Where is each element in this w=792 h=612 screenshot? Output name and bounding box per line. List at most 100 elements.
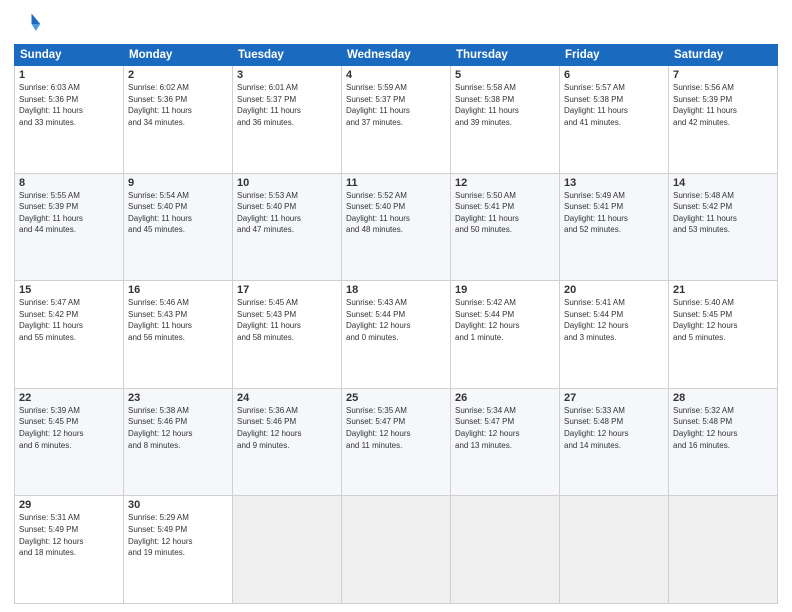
day-number: 11	[346, 177, 446, 189]
day-number: 26	[455, 392, 555, 404]
day-header-thursday: Thursday	[451, 45, 560, 66]
calendar-cell: 15Sunrise: 5:47 AM Sunset: 5:42 PM Dayli…	[15, 281, 124, 389]
calendar-cell: 8Sunrise: 5:55 AM Sunset: 5:39 PM Daylig…	[15, 173, 124, 281]
day-header-saturday: Saturday	[669, 45, 778, 66]
calendar-cell: 22Sunrise: 5:39 AM Sunset: 5:45 PM Dayli…	[15, 388, 124, 496]
day-number: 6	[564, 69, 664, 81]
calendar-cell: 19Sunrise: 5:42 AM Sunset: 5:44 PM Dayli…	[451, 281, 560, 389]
day-info: Sunrise: 5:53 AM Sunset: 5:40 PM Dayligh…	[237, 190, 337, 236]
day-info: Sunrise: 5:47 AM Sunset: 5:42 PM Dayligh…	[19, 297, 119, 343]
day-info: Sunrise: 5:39 AM Sunset: 5:45 PM Dayligh…	[19, 405, 119, 451]
day-number: 7	[673, 69, 773, 81]
day-number: 20	[564, 284, 664, 296]
day-info: Sunrise: 5:50 AM Sunset: 5:41 PM Dayligh…	[455, 190, 555, 236]
day-info: Sunrise: 5:58 AM Sunset: 5:38 PM Dayligh…	[455, 82, 555, 128]
calendar-cell: 30Sunrise: 5:29 AM Sunset: 5:49 PM Dayli…	[124, 496, 233, 604]
day-number: 3	[237, 69, 337, 81]
day-info: Sunrise: 5:45 AM Sunset: 5:43 PM Dayligh…	[237, 297, 337, 343]
calendar-week-2: 8Sunrise: 5:55 AM Sunset: 5:39 PM Daylig…	[15, 173, 778, 281]
calendar-cell: 20Sunrise: 5:41 AM Sunset: 5:44 PM Dayli…	[560, 281, 669, 389]
day-info: Sunrise: 5:59 AM Sunset: 5:37 PM Dayligh…	[346, 82, 446, 128]
calendar-cell: 29Sunrise: 5:31 AM Sunset: 5:49 PM Dayli…	[15, 496, 124, 604]
day-header-sunday: Sunday	[15, 45, 124, 66]
calendar-cell: 14Sunrise: 5:48 AM Sunset: 5:42 PM Dayli…	[669, 173, 778, 281]
day-info: Sunrise: 5:54 AM Sunset: 5:40 PM Dayligh…	[128, 190, 228, 236]
calendar-cell: 2Sunrise: 6:02 AM Sunset: 5:36 PM Daylig…	[124, 66, 233, 174]
calendar-header: SundayMondayTuesdayWednesdayThursdayFrid…	[15, 45, 778, 66]
day-info: Sunrise: 5:55 AM Sunset: 5:39 PM Dayligh…	[19, 190, 119, 236]
day-number: 5	[455, 69, 555, 81]
day-number: 29	[19, 499, 119, 511]
day-header-monday: Monday	[124, 45, 233, 66]
calendar-cell: 18Sunrise: 5:43 AM Sunset: 5:44 PM Dayli…	[342, 281, 451, 389]
day-header-tuesday: Tuesday	[233, 45, 342, 66]
header	[14, 10, 778, 38]
calendar-cell: 11Sunrise: 5:52 AM Sunset: 5:40 PM Dayli…	[342, 173, 451, 281]
day-number: 28	[673, 392, 773, 404]
calendar-cell: 21Sunrise: 5:40 AM Sunset: 5:45 PM Dayli…	[669, 281, 778, 389]
day-number: 24	[237, 392, 337, 404]
day-info: Sunrise: 5:48 AM Sunset: 5:42 PM Dayligh…	[673, 190, 773, 236]
calendar-cell: 1Sunrise: 6:03 AM Sunset: 5:36 PM Daylig…	[15, 66, 124, 174]
logo-icon	[14, 10, 42, 38]
calendar-cell: 12Sunrise: 5:50 AM Sunset: 5:41 PM Dayli…	[451, 173, 560, 281]
day-info: Sunrise: 5:42 AM Sunset: 5:44 PM Dayligh…	[455, 297, 555, 343]
day-info: Sunrise: 5:31 AM Sunset: 5:49 PM Dayligh…	[19, 512, 119, 558]
day-number: 14	[673, 177, 773, 189]
calendar-week-1: 1Sunrise: 6:03 AM Sunset: 5:36 PM Daylig…	[15, 66, 778, 174]
day-number: 2	[128, 69, 228, 81]
calendar-cell	[560, 496, 669, 604]
day-info: Sunrise: 5:36 AM Sunset: 5:46 PM Dayligh…	[237, 405, 337, 451]
day-info: Sunrise: 5:46 AM Sunset: 5:43 PM Dayligh…	[128, 297, 228, 343]
day-number: 27	[564, 392, 664, 404]
calendar-week-4: 22Sunrise: 5:39 AM Sunset: 5:45 PM Dayli…	[15, 388, 778, 496]
day-info: Sunrise: 5:57 AM Sunset: 5:38 PM Dayligh…	[564, 82, 664, 128]
calendar-cell: 13Sunrise: 5:49 AM Sunset: 5:41 PM Dayli…	[560, 173, 669, 281]
calendar-cell: 23Sunrise: 5:38 AM Sunset: 5:46 PM Dayli…	[124, 388, 233, 496]
calendar-cell: 26Sunrise: 5:34 AM Sunset: 5:47 PM Dayli…	[451, 388, 560, 496]
calendar-cell: 25Sunrise: 5:35 AM Sunset: 5:47 PM Dayli…	[342, 388, 451, 496]
day-info: Sunrise: 6:01 AM Sunset: 5:37 PM Dayligh…	[237, 82, 337, 128]
calendar-cell: 7Sunrise: 5:56 AM Sunset: 5:39 PM Daylig…	[669, 66, 778, 174]
calendar-week-3: 15Sunrise: 5:47 AM Sunset: 5:42 PM Dayli…	[15, 281, 778, 389]
day-info: Sunrise: 5:43 AM Sunset: 5:44 PM Dayligh…	[346, 297, 446, 343]
calendar-cell: 24Sunrise: 5:36 AM Sunset: 5:46 PM Dayli…	[233, 388, 342, 496]
day-number: 8	[19, 177, 119, 189]
day-info: Sunrise: 5:38 AM Sunset: 5:46 PM Dayligh…	[128, 405, 228, 451]
day-info: Sunrise: 5:35 AM Sunset: 5:47 PM Dayligh…	[346, 405, 446, 451]
day-number: 9	[128, 177, 228, 189]
header-row: SundayMondayTuesdayWednesdayThursdayFrid…	[15, 45, 778, 66]
calendar-cell: 4Sunrise: 5:59 AM Sunset: 5:37 PM Daylig…	[342, 66, 451, 174]
day-number: 1	[19, 69, 119, 81]
day-header-wednesday: Wednesday	[342, 45, 451, 66]
calendar: SundayMondayTuesdayWednesdayThursdayFrid…	[14, 44, 778, 604]
day-info: Sunrise: 5:40 AM Sunset: 5:45 PM Dayligh…	[673, 297, 773, 343]
day-number: 10	[237, 177, 337, 189]
calendar-week-5: 29Sunrise: 5:31 AM Sunset: 5:49 PM Dayli…	[15, 496, 778, 604]
day-info: Sunrise: 5:56 AM Sunset: 5:39 PM Dayligh…	[673, 82, 773, 128]
day-number: 25	[346, 392, 446, 404]
day-number: 30	[128, 499, 228, 511]
day-header-friday: Friday	[560, 45, 669, 66]
calendar-cell: 17Sunrise: 5:45 AM Sunset: 5:43 PM Dayli…	[233, 281, 342, 389]
calendar-cell: 6Sunrise: 5:57 AM Sunset: 5:38 PM Daylig…	[560, 66, 669, 174]
day-number: 22	[19, 392, 119, 404]
calendar-cell	[342, 496, 451, 604]
day-number: 13	[564, 177, 664, 189]
calendar-cell: 10Sunrise: 5:53 AM Sunset: 5:40 PM Dayli…	[233, 173, 342, 281]
day-info: Sunrise: 6:03 AM Sunset: 5:36 PM Dayligh…	[19, 82, 119, 128]
day-number: 12	[455, 177, 555, 189]
calendar-cell: 3Sunrise: 6:01 AM Sunset: 5:37 PM Daylig…	[233, 66, 342, 174]
day-info: Sunrise: 5:49 AM Sunset: 5:41 PM Dayligh…	[564, 190, 664, 236]
day-number: 4	[346, 69, 446, 81]
day-number: 23	[128, 392, 228, 404]
day-number: 17	[237, 284, 337, 296]
day-info: Sunrise: 5:52 AM Sunset: 5:40 PM Dayligh…	[346, 190, 446, 236]
day-info: Sunrise: 5:34 AM Sunset: 5:47 PM Dayligh…	[455, 405, 555, 451]
day-number: 15	[19, 284, 119, 296]
calendar-cell	[233, 496, 342, 604]
calendar-cell	[451, 496, 560, 604]
calendar-cell: 16Sunrise: 5:46 AM Sunset: 5:43 PM Dayli…	[124, 281, 233, 389]
calendar-cell: 28Sunrise: 5:32 AM Sunset: 5:48 PM Dayli…	[669, 388, 778, 496]
day-number: 16	[128, 284, 228, 296]
